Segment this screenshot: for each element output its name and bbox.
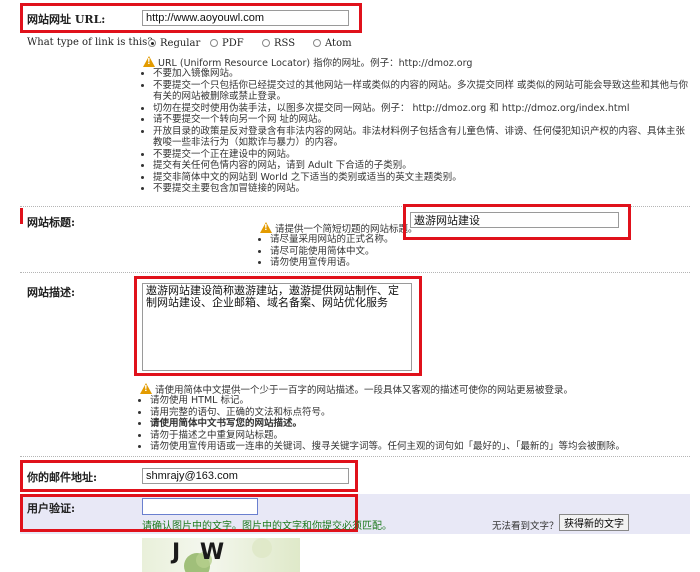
list-item: 请使用简体中文书写您的网站描述。	[150, 418, 690, 430]
description-note: 请使用简体中文提供一个少于一百字的网站描述。一段具体又客观的描述可使你的网站更易…	[140, 382, 573, 396]
warning-icon	[140, 383, 152, 394]
option-atom[interactable]: Atom	[313, 38, 352, 49]
description-guidelines: 请勿使用 HTML 标记。 请用完整的语句、正确的文法和标点符号。 请使用简体中…	[140, 395, 690, 453]
list-item: 开放目录的政策是反对登录含有非法内容的网站。非法材料例子包括含有儿童色情、诽谤、…	[153, 126, 690, 149]
description-textarea[interactable]: 遨游网站建设简称遨游建站，遨游提供网站制作、定制网站建设、企业邮箱、域名备案、网…	[142, 283, 412, 371]
list-item: 请尽可能使用简体中文。	[270, 246, 470, 258]
radio-rss[interactable]	[262, 39, 270, 47]
cant-see-text: 无法看到文字？	[492, 521, 559, 532]
list-item: 请不要提交一个转向另一个网 址的网站。	[153, 114, 690, 126]
title-input[interactable]	[410, 212, 619, 228]
link-type-question: What type of link is this?	[27, 37, 153, 48]
list-item: 提交非简体中文的网站到 World 之下适当的类别或适当的英文主题类别。	[153, 172, 690, 184]
title-label: 网站标题:	[27, 216, 76, 229]
title-note: 请提供一个简短切题的网站标题。	[260, 221, 418, 235]
list-item: 不要提交一个只包括你已经提交过的其他网站一样或类似的内容的网站。多次提交同样 或…	[153, 80, 690, 103]
verify-hint: 请确认图片中的文字。图片中的文字和你提交必须匹配。	[142, 521, 392, 532]
list-item: 切勿在提交时使用伪装手法，以图多次提交同一网站。例子： http://dmoz.…	[153, 103, 690, 115]
captcha-text: J W	[172, 540, 231, 565]
url-label: 网站网址 URL:	[27, 13, 106, 26]
option-regular[interactable]: Regular	[148, 38, 200, 49]
list-item: 请勿使用宣传用语或一连串的关键词、搜寻关键字词等。任何主观的词句如「最好的」、「…	[150, 441, 690, 453]
option-rss[interactable]: RSS	[262, 38, 295, 49]
list-item: 不要加入镜像网站。	[153, 68, 690, 80]
description-label: 网站描述:	[27, 286, 76, 299]
list-item: 请勿使用 HTML 标记。	[150, 395, 690, 407]
divider	[20, 272, 690, 273]
warning-icon	[143, 56, 155, 67]
divider	[20, 456, 690, 457]
list-item: 提交有关任何色情内容的网站，请到 Adult 下合适的子类别。	[153, 160, 690, 172]
list-item: 不要提交一个正在建设中的网站。	[153, 149, 690, 161]
verify-input[interactable]	[142, 498, 258, 515]
option-pdf[interactable]: PDF	[210, 38, 244, 49]
url-note: URL (Uniform Resource Locator) 指你的网址。例子：…	[143, 55, 472, 69]
verify-label: 用户验证:	[27, 502, 76, 515]
list-item: 不要提交主要包含加冒链接的网站。	[153, 183, 690, 195]
radio-atom[interactable]	[313, 39, 321, 47]
radio-regular[interactable]	[148, 39, 156, 47]
get-new-text-button[interactable]: 获得新的文字	[559, 514, 629, 531]
list-item: 请用完整的语句、正确的文法和标点符号。	[150, 407, 690, 419]
captcha-image: J W	[142, 538, 300, 572]
email-label: 你的邮件地址:	[27, 471, 98, 484]
email-input[interactable]	[142, 468, 349, 484]
radio-pdf[interactable]	[210, 39, 218, 47]
warning-icon	[260, 222, 272, 233]
url-guidelines: 不要加入镜像网站。 不要提交一个只包括你已经提交过的其他网站一样或类似的内容的网…	[143, 68, 690, 195]
list-item: 请勿使用宣传用语。	[270, 257, 470, 269]
list-item: 请勿于描述之中重复网站标题。	[150, 430, 690, 442]
url-input[interactable]	[142, 10, 349, 26]
